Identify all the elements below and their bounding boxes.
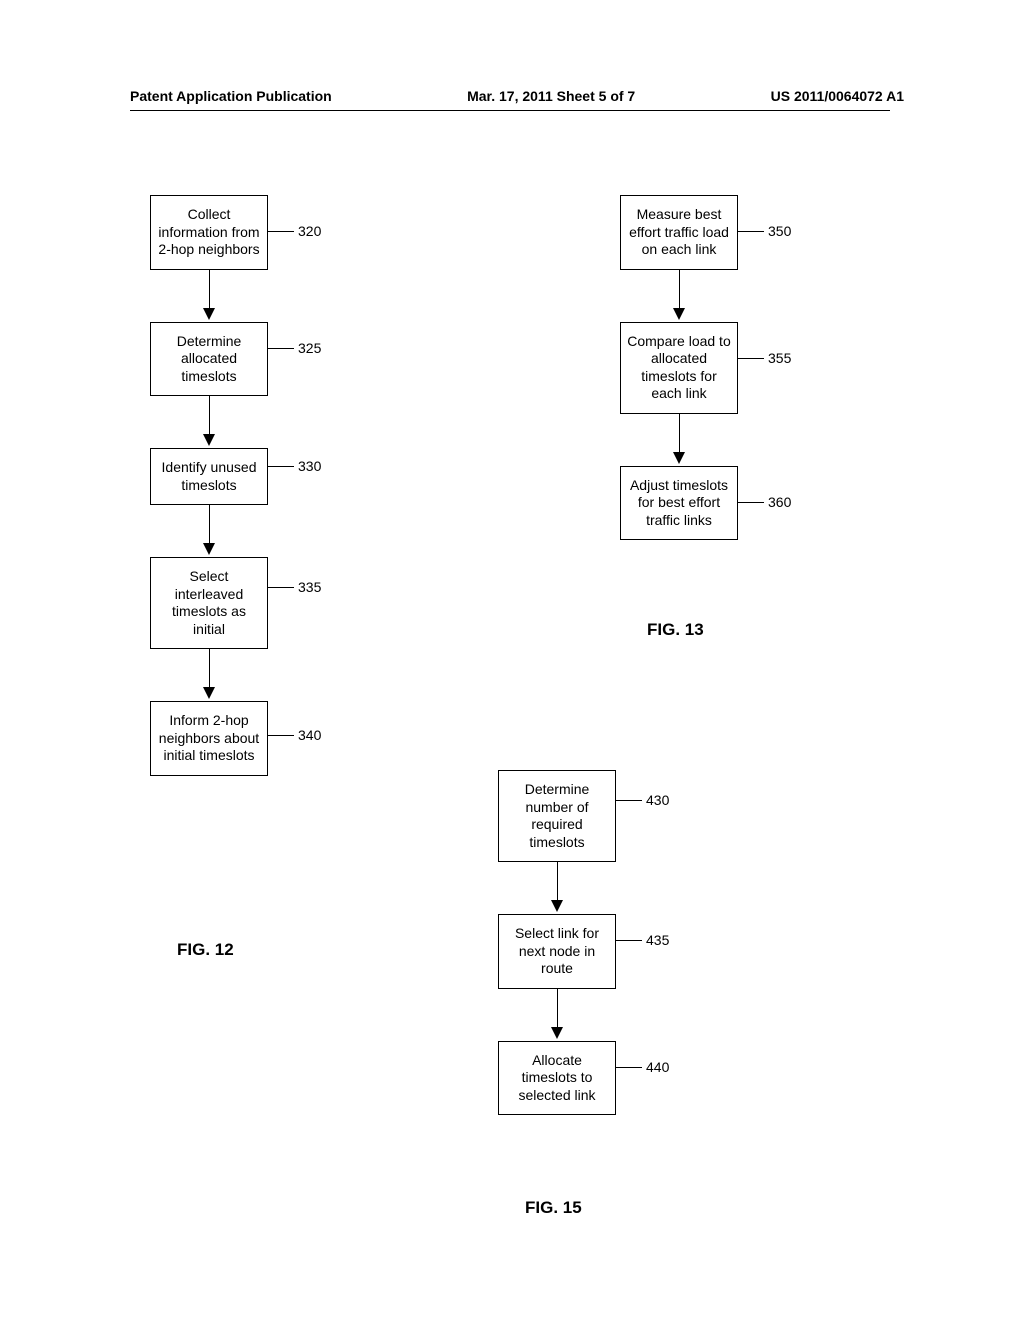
ref-label-340: 340	[298, 727, 321, 743]
ref-label-335: 335	[298, 579, 321, 595]
arrow	[620, 270, 738, 322]
figure-caption-13: FIG. 13	[647, 620, 704, 640]
page-header: Patent Application Publication Mar. 17, …	[0, 88, 1024, 104]
step-text: Adjust timeslots for best effort traffic…	[630, 477, 728, 528]
step-text: Determine number of required timeslots	[525, 781, 590, 850]
ref-leader	[738, 231, 764, 232]
step-box-430: Determine number of required timeslots	[498, 770, 616, 862]
step-box-440: Allocate timeslots to selected link	[498, 1041, 616, 1116]
ref-label-350: 350	[768, 223, 791, 239]
header-center: Mar. 17, 2011 Sheet 5 of 7	[467, 88, 635, 104]
ref-label-440: 440	[646, 1059, 669, 1075]
flowchart-fig12: Collect information from 2-hop neighbors…	[150, 195, 268, 776]
ref-leader	[738, 358, 764, 359]
step-text: Measure best effort traffic load on each…	[629, 206, 729, 257]
arrow	[620, 414, 738, 466]
arrow	[498, 862, 616, 914]
arrow	[498, 989, 616, 1041]
step-text: Inform 2-hop neighbors about initial tim…	[159, 712, 259, 763]
ref-leader	[268, 587, 294, 588]
step-box-360: Adjust timeslots for best effort traffic…	[620, 466, 738, 541]
step-text: Select link for next node in route	[515, 925, 599, 976]
ref-leader	[268, 466, 294, 467]
ref-leader	[268, 231, 294, 232]
step-box-350: Measure best effort traffic load on each…	[620, 195, 738, 270]
ref-label-330: 330	[298, 458, 321, 474]
ref-leader	[616, 1067, 642, 1068]
ref-label-325: 325	[298, 340, 321, 356]
ref-label-435: 435	[646, 932, 669, 948]
flowchart-fig13: Measure best effort traffic load on each…	[620, 195, 738, 540]
step-text: Compare load to allocated timeslots for …	[627, 333, 731, 402]
step-text: Allocate timeslots to selected link	[518, 1052, 595, 1103]
header-divider	[130, 110, 890, 111]
step-box-355: Compare load to allocated timeslots for …	[620, 322, 738, 414]
step-text: Select interleaved timeslots as initial	[172, 568, 246, 637]
figure-caption-12: FIG. 12	[177, 940, 234, 960]
step-box-435: Select link for next node in route	[498, 914, 616, 989]
ref-label-320: 320	[298, 223, 321, 239]
step-text: Collect information from 2-hop neighbors	[158, 206, 259, 257]
step-text: Determine allocated timeslots	[177, 333, 242, 384]
arrow	[150, 270, 268, 322]
step-box-325: Determine allocated timeslots	[150, 322, 268, 397]
ref-label-430: 430	[646, 792, 669, 808]
step-text: Identify unused timeslots	[162, 459, 257, 493]
header-left: Patent Application Publication	[130, 88, 332, 104]
arrow	[150, 505, 268, 557]
step-box-330: Identify unused timeslots	[150, 448, 268, 505]
figure-caption-15: FIG. 15	[525, 1198, 582, 1218]
header-right: US 2011/0064072 A1	[771, 88, 904, 104]
ref-leader	[268, 735, 294, 736]
ref-leader	[616, 800, 642, 801]
arrow	[150, 396, 268, 448]
step-box-320: Collect information from 2-hop neighbors	[150, 195, 268, 270]
step-box-340: Inform 2-hop neighbors about initial tim…	[150, 701, 268, 776]
flowchart-fig15: Determine number of required timeslots 4…	[498, 770, 616, 1115]
ref-leader	[268, 348, 294, 349]
step-box-335: Select interleaved timeslots as initial	[150, 557, 268, 649]
ref-label-355: 355	[768, 350, 791, 366]
ref-leader	[616, 940, 642, 941]
arrow	[150, 649, 268, 701]
ref-leader	[738, 502, 764, 503]
ref-label-360: 360	[768, 494, 791, 510]
